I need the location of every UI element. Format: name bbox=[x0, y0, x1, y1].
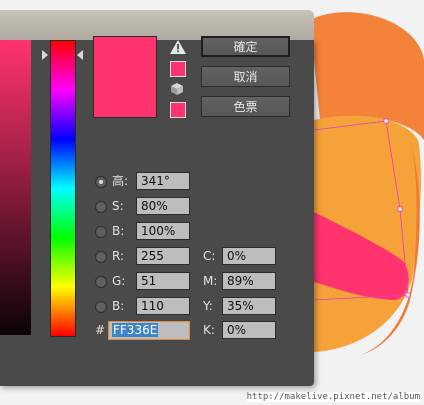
input-r[interactable]: 255 bbox=[136, 247, 190, 265]
label-blue: B: bbox=[112, 299, 125, 313]
radio-r[interactable] bbox=[95, 251, 107, 263]
new-color-swatch bbox=[93, 36, 157, 118]
label-y: Y: bbox=[203, 299, 213, 313]
input-h[interactable]: 341° bbox=[136, 172, 190, 190]
input-g[interactable]: 51 bbox=[136, 272, 190, 290]
radio-g[interactable] bbox=[95, 276, 107, 288]
swatches-button[interactable]: 色票 bbox=[201, 96, 290, 117]
hue-slider[interactable] bbox=[50, 40, 76, 337]
label-g: G: bbox=[112, 274, 126, 288]
label-c: C: bbox=[203, 249, 216, 263]
color-field[interactable] bbox=[0, 40, 31, 335]
anchor-point bbox=[383, 118, 389, 124]
label-h: 高: bbox=[112, 174, 129, 188]
hex-value-selected: FF336E bbox=[112, 323, 159, 337]
hue-slider-handle-left[interactable] bbox=[42, 50, 48, 60]
watermark-url: http://makelive.pixnet.net/album bbox=[246, 392, 420, 402]
warning-triangle-icon[interactable] bbox=[170, 40, 186, 54]
radio-b[interactable] bbox=[95, 226, 107, 238]
label-b: B: bbox=[112, 224, 125, 238]
radio-s[interactable] bbox=[95, 201, 107, 213]
cancel-button[interactable]: 取消 bbox=[201, 66, 290, 87]
input-s[interactable]: 80% bbox=[136, 197, 190, 215]
ok-button[interactable]: 確定 bbox=[201, 36, 290, 57]
radio-h[interactable] bbox=[95, 176, 107, 188]
label-hex: # bbox=[95, 323, 106, 337]
input-blue[interactable]: 110 bbox=[136, 297, 190, 315]
hex-input[interactable]: FF336E bbox=[108, 321, 190, 340]
anchor-point bbox=[397, 206, 403, 212]
cube-icon[interactable] bbox=[170, 82, 184, 96]
anchor-point bbox=[405, 292, 411, 298]
web-safe-swatch[interactable] bbox=[170, 102, 186, 118]
input-c[interactable]: 0% bbox=[222, 247, 276, 265]
radio-blue[interactable] bbox=[95, 301, 107, 313]
input-y[interactable]: 35% bbox=[222, 297, 276, 315]
label-s: S: bbox=[112, 199, 124, 213]
label-k: K: bbox=[203, 323, 215, 337]
input-k[interactable]: 0% bbox=[222, 321, 276, 339]
input-m[interactable]: 89% bbox=[222, 272, 276, 290]
hue-slider-handle-right[interactable] bbox=[77, 50, 83, 60]
input-b[interactable]: 100% bbox=[136, 222, 190, 240]
label-r: R: bbox=[112, 249, 125, 263]
artwork bbox=[310, 12, 424, 355]
out-of-gamut-swatch[interactable] bbox=[170, 61, 186, 77]
label-m: M: bbox=[203, 274, 218, 288]
